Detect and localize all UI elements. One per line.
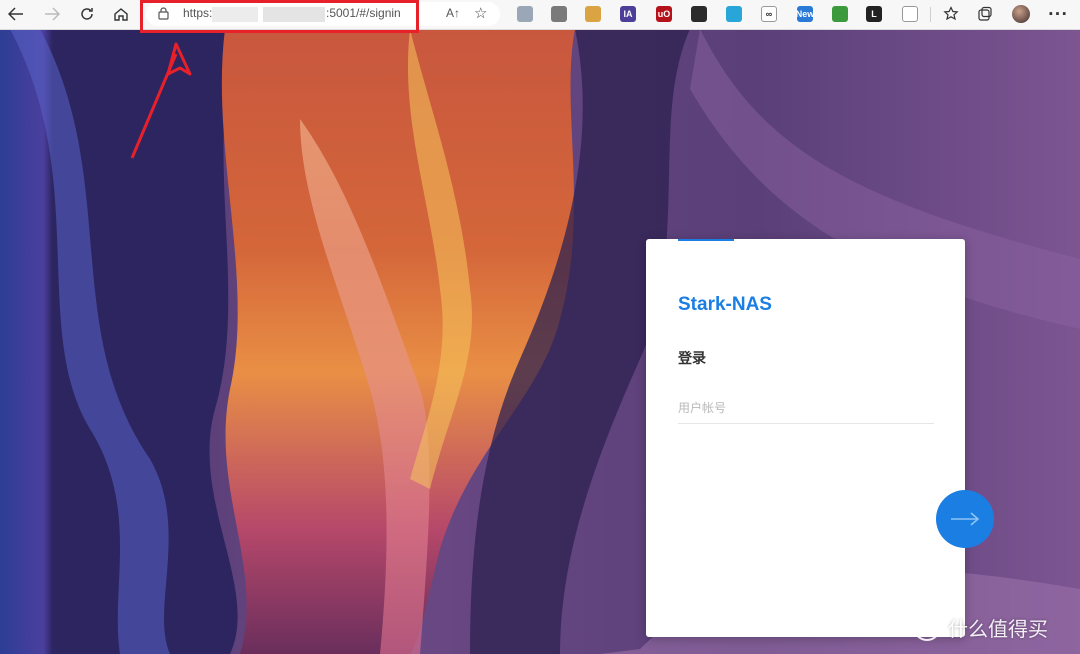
home-icon[interactable] <box>109 3 133 25</box>
annotation-arrow <box>130 42 192 159</box>
svg-text:值: 值 <box>920 620 933 636</box>
url-highlight-annotation <box>140 0 419 33</box>
read-aloud-icon[interactable]: A↑ <box>446 6 460 20</box>
extension-shield-icon[interactable] <box>517 6 533 22</box>
extension-book-icon[interactable] <box>551 6 567 22</box>
username-input[interactable] <box>678 393 934 424</box>
next-button[interactable] <box>936 490 994 548</box>
extension-shield-color-icon[interactable] <box>726 6 742 22</box>
back-icon[interactable] <box>4 3 28 25</box>
forward-icon[interactable] <box>40 3 64 25</box>
login-heading: 登录 <box>678 351 706 367</box>
refresh-icon[interactable] <box>75 3 99 25</box>
add-favorite-icon[interactable]: ☆ <box>474 4 487 22</box>
more-icon[interactable]: ··· <box>1046 3 1070 25</box>
login-card: Stark-NAS 登录 <box>646 239 965 637</box>
watermark-text: 什么值得买 <box>948 616 1048 641</box>
profile-avatar[interactable] <box>1009 3 1033 25</box>
toolbar-divider <box>930 7 931 22</box>
extension-globe-icon[interactable] <box>832 6 848 22</box>
extension-infinity-icon[interactable]: ∞ <box>761 6 777 22</box>
favorites-icon[interactable] <box>939 3 963 25</box>
extension-ublock-icon[interactable]: uO <box>656 6 672 22</box>
extension-face-icon[interactable] <box>585 6 601 22</box>
brand-title: Stark-NAS <box>678 294 772 315</box>
extension-puzzle-icon[interactable] <box>902 6 918 22</box>
extension-ia-icon[interactable]: IA <box>620 6 636 22</box>
card-accent-bar <box>678 239 734 241</box>
extension-l-icon[interactable]: L <box>866 6 882 22</box>
watermark-logo: 值 <box>913 613 941 641</box>
collections-icon[interactable] <box>973 3 997 25</box>
arrow-right-icon <box>951 512 980 526</box>
extension-dark-icon[interactable] <box>691 6 707 22</box>
extension-new-icon[interactable]: New <box>796 6 814 22</box>
watermark: 值 什么值得买 <box>912 612 1048 642</box>
